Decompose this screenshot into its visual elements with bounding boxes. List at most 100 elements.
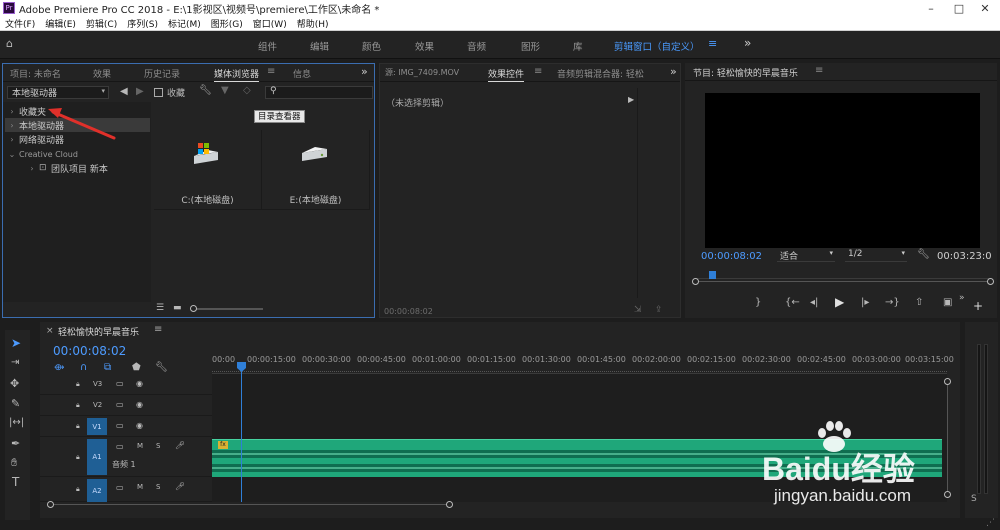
solo-button[interactable]: S <box>156 483 160 491</box>
step-forward-icon[interactable]: |▸ <box>861 297 869 308</box>
wrench-icon[interactable]: 🔧︎ <box>199 85 212 96</box>
zoom-slider-handle[interactable] <box>190 305 197 312</box>
minimize-icon[interactable]: – <box>918 0 944 16</box>
mute-button[interactable]: M <box>137 483 143 491</box>
type-tool-icon[interactable]: T <box>12 475 19 489</box>
tab-effect-controls[interactable]: 效果控件 <box>488 67 525 82</box>
menu-file[interactable]: 文件(F) <box>0 17 40 30</box>
sync-icon[interactable]: ▭ <box>116 400 124 409</box>
tree-item-creative-cloud[interactable]: ⌄ Creative Cloud <box>5 147 150 161</box>
list-view-icon[interactable]: ☰ <box>156 303 164 313</box>
workspace-tab-editing[interactable]: 编辑 <box>310 39 329 53</box>
maximize-icon[interactable]: □ <box>946 0 972 16</box>
workspace-tab-audio[interactable]: 音频 <box>467 39 486 53</box>
microphone-icon[interactable]: 🎤︎ <box>175 482 185 491</box>
resolution-select[interactable]: 1/2 ▾ <box>845 249 907 262</box>
workspace-tab-color[interactable]: 颜色 <box>362 39 381 53</box>
timeline-timecode[interactable]: 00:00:08:02 <box>53 344 126 358</box>
timeline-settings-icon[interactable]: 🔧︎ <box>155 362 168 373</box>
workspace-overflow-icon[interactable]: » <box>744 36 751 50</box>
workspace-tab-graphics[interactable]: 图形 <box>521 39 540 53</box>
linked-selection-icon[interactable]: ⧉ <box>104 362 111 373</box>
workspace-tab-assembly[interactable]: 组件 <box>258 39 277 53</box>
menu-help[interactable]: 帮助(H) <box>292 17 334 30</box>
solo-meter-button[interactable]: S <box>971 494 977 504</box>
zoom-bar-left-handle[interactable] <box>692 278 699 285</box>
tab-history[interactable]: 历史记录 <box>144 67 180 80</box>
export-icon[interactable]: ⇪ <box>655 305 663 315</box>
sync-icon[interactable]: ▭ <box>116 421 124 430</box>
sync-icon[interactable]: ▭ <box>116 483 124 492</box>
eye-icon[interactable]: ◉ <box>136 400 143 409</box>
menu-marker[interactable]: 标记(M) <box>163 17 206 30</box>
sync-icon[interactable]: ▭ <box>116 442 124 451</box>
filter-icon[interactable]: ▼ <box>221 85 229 96</box>
sync-icon[interactable]: ▭ <box>116 379 124 388</box>
eye-icon[interactable]: ◉ <box>136 421 143 430</box>
eye-icon[interactable]: ◉ <box>136 379 143 388</box>
filter-icon[interactable]: ⇲ <box>634 305 642 315</box>
selection-tool-icon[interactable]: ➤ <box>11 336 21 350</box>
tab-info[interactable]: 信息 <box>293 67 311 80</box>
workspace-tab-custom[interactable]: 剪辑窗口（自定义） <box>614 39 700 53</box>
zoom-bar-right-handle[interactable] <box>987 278 994 285</box>
icon-view-icon[interactable]: ▬ <box>173 303 182 313</box>
menu-clip[interactable]: 剪辑(C) <box>81 17 122 30</box>
mark-out-icon[interactable]: } <box>755 297 761 308</box>
resize-grip-icon[interactable]: ⋰ <box>986 518 995 528</box>
lock-icon[interactable]: 🔒︎ <box>76 453 80 462</box>
zoom-slider[interactable] <box>190 305 263 312</box>
track-select-tool-icon[interactable]: ⇥ <box>11 357 19 368</box>
search-input[interactable]: ⚲ <box>265 86 373 99</box>
track-label-v1[interactable]: V1 <box>87 418 107 435</box>
panel-overflow-icon[interactable]: » <box>670 65 677 78</box>
play-icon[interactable]: ▶ <box>835 295 844 309</box>
ripple-edit-tool-icon[interactable]: ✥ <box>10 377 19 390</box>
program-zoom-bar[interactable] <box>692 278 994 285</box>
back-arrow-icon[interactable]: ◀ <box>120 86 128 97</box>
wrench-icon[interactable]: 🔧︎ <box>917 249 930 260</box>
workspace-menu-icon[interactable]: ≡ <box>708 37 717 50</box>
panel-menu-icon[interactable]: ≡ <box>267 66 275 77</box>
sequence-tab[interactable]: 轻松愉快的早晨音乐 <box>58 325 139 338</box>
close-icon[interactable]: ✕ <box>972 0 998 16</box>
menu-edit[interactable]: 编辑(E) <box>40 17 81 30</box>
drive-e[interactable]: E:(本地磁盘) <box>262 130 370 210</box>
scroll-left-handle[interactable] <box>47 501 54 508</box>
solo-button[interactable]: S <box>156 442 160 450</box>
export-frame-icon[interactable]: ▣ <box>943 297 952 308</box>
panel-overflow-icon[interactable]: » <box>361 65 368 78</box>
overflow-icon[interactable]: » <box>959 293 965 303</box>
add-button-icon[interactable]: + <box>973 299 983 313</box>
lock-icon[interactable]: 🔒︎ <box>76 380 80 389</box>
location-select[interactable]: 本地驱动器 ▾ <box>7 86 109 99</box>
menu-window[interactable]: 窗口(W) <box>248 17 292 30</box>
mute-button[interactable]: M <box>137 442 143 450</box>
program-current-timecode[interactable]: 00:00:08:02 <box>701 251 762 262</box>
forward-arrow-icon[interactable]: ▶ <box>136 86 144 97</box>
hand-tool-icon[interactable]: ✋︎ <box>11 456 17 470</box>
tab-source[interactable]: 源: IMG_7409.MOV <box>385 67 459 78</box>
view-icon[interactable]: ◇ <box>243 85 251 96</box>
tree-item-team-projects[interactable]: › ⊡ 团队项目 新本 <box>5 161 150 175</box>
program-playhead[interactable] <box>708 271 716 279</box>
go-to-out-icon[interactable]: →} <box>885 297 900 308</box>
close-tab-icon[interactable]: × <box>46 326 54 336</box>
menu-graphics[interactable]: 图形(G) <box>206 17 248 30</box>
nest-icon[interactable]: ⟴ <box>54 363 64 373</box>
program-scrubber[interactable] <box>697 269 989 279</box>
drive-c[interactable]: C:(本地磁盘) <box>154 130 262 210</box>
scroll-top-handle[interactable] <box>944 378 951 385</box>
panel-menu-icon[interactable]: ≡ <box>154 324 162 335</box>
tab-project[interactable]: 项目: 未命名 <box>10 67 61 80</box>
step-back-icon[interactable]: ◂| <box>810 297 818 308</box>
tab-effects[interactable]: 效果 <box>93 67 111 80</box>
tab-media-browser[interactable]: 媒体浏览器 <box>214 67 260 82</box>
timeline-horizontal-scrollbar[interactable] <box>47 501 453 508</box>
go-to-in-icon[interactable]: {← <box>785 297 800 308</box>
slip-tool-icon[interactable]: |↔| <box>9 417 24 428</box>
lock-icon[interactable]: 🔒︎ <box>76 401 80 410</box>
scroll-right-handle[interactable] <box>446 501 453 508</box>
workspace-tab-effects[interactable]: 效果 <box>415 39 434 53</box>
track-label-a1[interactable]: A1 <box>87 439 107 475</box>
